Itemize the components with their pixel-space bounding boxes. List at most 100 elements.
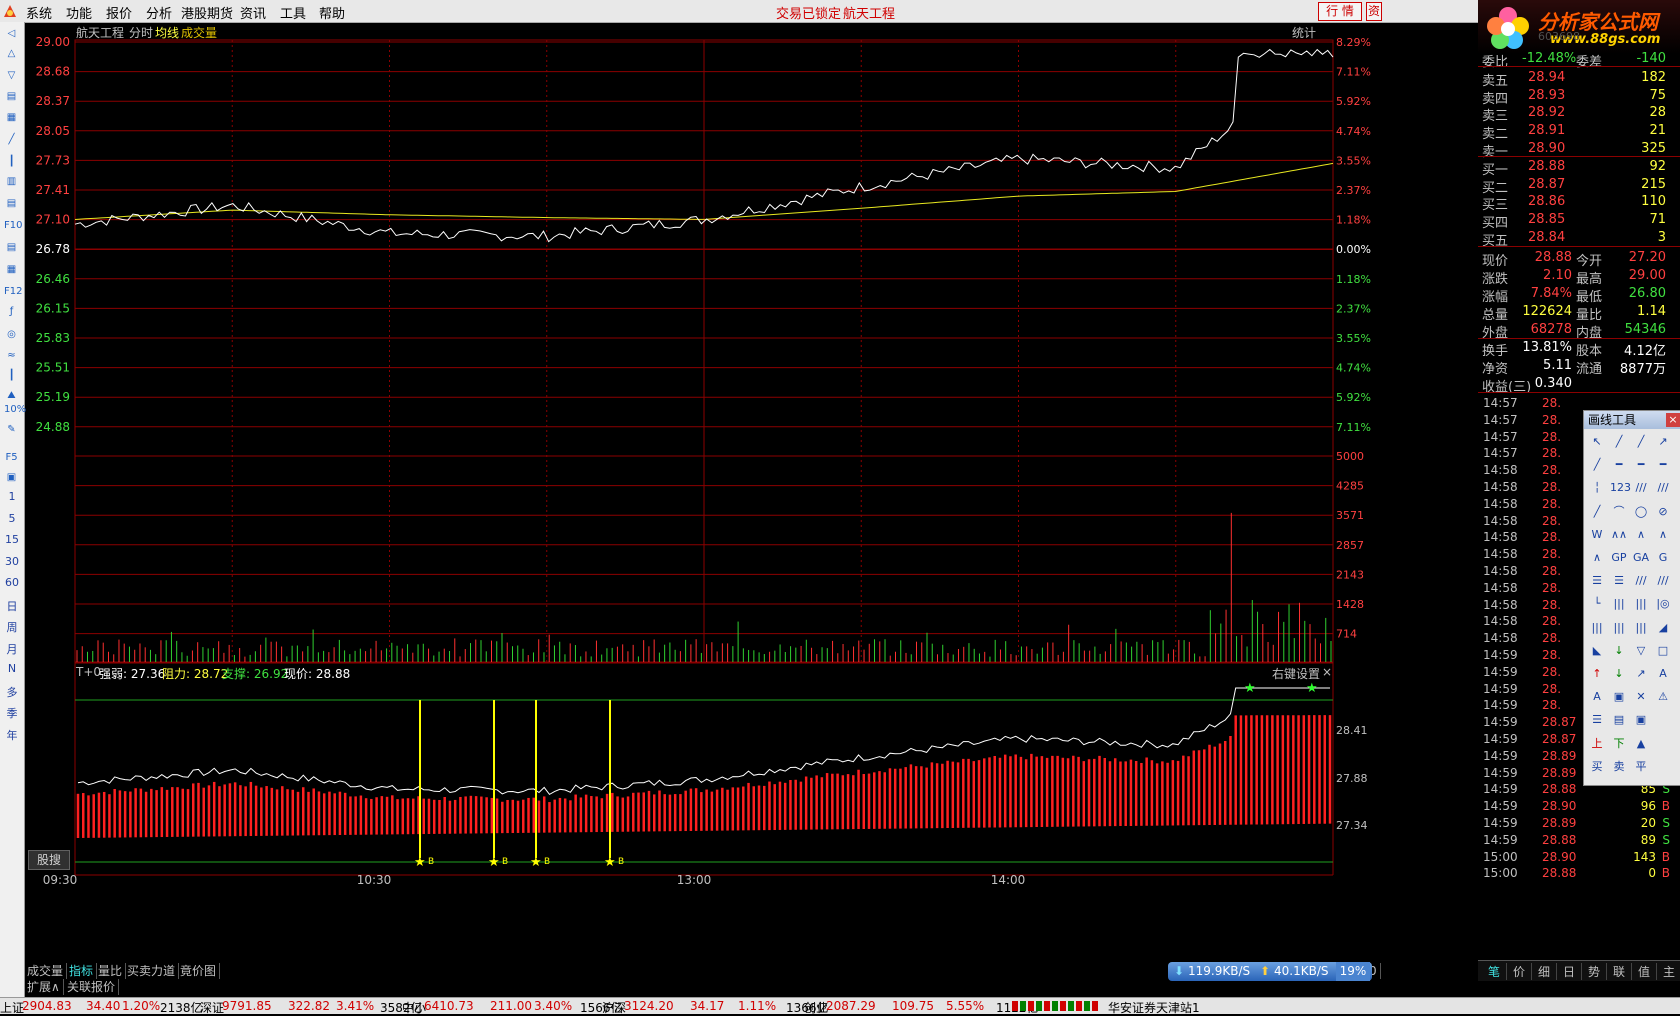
draw-tool-43[interactable]: A [1654,665,1672,683]
draw-tool-50[interactable]: ▣ [1632,711,1650,729]
draw-tool-33[interactable]: ||| [1610,619,1628,637]
draw-tool-9[interactable]: 123 [1610,479,1631,497]
quote-tab-6[interactable]: 值 [1632,963,1657,980]
doc-icon[interactable]: ▤ [4,196,19,211]
f10-icon[interactable]: F10 [4,218,22,233]
menu-function[interactable]: 功能 [66,3,92,22]
mode-vol[interactable]: 成交量 [181,24,217,41]
draw-tool-47[interactable]: ⚠ [1654,688,1672,706]
mountain-icon[interactable]: ⛰ [4,388,19,403]
draw-tool-54[interactable]: ▲ [1632,735,1650,753]
draw-tool-15[interactable]: ⊘ [1654,503,1672,521]
intraday-chart[interactable]: 29.00 8.29% 28.68 7.11% 28.37 5.92% 28.05 4.74%… [24,22,1478,960]
draw-tool-2[interactable]: ╱ [1632,433,1650,451]
line-icon[interactable]: ╱ [4,132,19,147]
app-logo-icon[interactable] [2,3,18,19]
period-3[interactable]: 30 [0,555,24,568]
menu-system[interactable]: 系统 [26,3,52,22]
draw-tool-17[interactable]: ∧∧ [1610,526,1628,544]
menu-analysis[interactable]: 分析 [146,3,172,22]
draw-tool-57[interactable]: 卖 [1610,758,1628,776]
period-0[interactable]: 1 [0,490,24,503]
quote-tab-0[interactable]: 笔 [1482,963,1507,980]
draw-tool-31[interactable]: |◎ [1654,595,1672,613]
candle-icon[interactable]: ┃ [4,368,19,383]
draw-tool-35[interactable]: ◢ [1654,619,1672,637]
pencil-icon[interactable]: ✎ [4,422,19,437]
quote-tab-1[interactable]: 价 [1507,963,1532,980]
draw-tool-14[interactable]: ◯ [1632,503,1650,521]
f12-icon[interactable]: F12 [4,284,22,299]
quote-tab-5[interactable]: 联 [1607,963,1632,980]
period-5[interactable]: 日 [0,598,24,614]
up-icon[interactable]: △ [4,46,19,61]
menu-tools[interactable]: 工具 [280,3,306,22]
index-name[interactable]: 上证 [0,999,24,1016]
percent-icon[interactable]: 10% [4,402,26,417]
draw-tool-16[interactable]: W [1588,526,1606,544]
period-11[interactable]: 年 [0,727,24,743]
period-6[interactable]: 周 [0,619,24,635]
period-10[interactable]: 季 [0,705,24,721]
draw-tool-53[interactable]: 下 [1610,735,1628,753]
tab-volume[interactable]: 成交量 [24,963,68,979]
menu-quote[interactable]: 报价 [106,3,132,22]
draw-tool-1[interactable]: ╱ [1610,433,1628,451]
tab-related-quote[interactable]: 关联报价 [64,979,120,995]
period-2[interactable]: 15 [0,533,24,546]
draw-tool-32[interactable]: ||| [1588,619,1606,637]
search-button[interactable]: 股搜 [28,850,70,870]
t0-settings[interactable]: 右键设置 [1272,665,1320,682]
draw-tool-55[interactable] [1654,735,1672,753]
draw-tool-37[interactable]: ↓ [1610,642,1628,660]
index-name[interactable]: 沪深 [602,999,626,1016]
draw-tool-11[interactable]: /// [1654,479,1672,497]
draw-tool-51[interactable] [1654,711,1672,729]
index-name[interactable]: 创业 [804,999,828,1016]
list-icon[interactable]: ▤ [4,89,19,104]
down-icon[interactable]: ▽ [4,68,19,83]
draw-tool-12[interactable]: ╱ [1588,503,1606,521]
draw-tool-56[interactable]: 买 [1588,758,1606,776]
draw-tool-40[interactable]: ↑ [1588,665,1606,683]
draw-tool-48[interactable]: ☰ [1588,711,1606,729]
draw-tool-21[interactable]: GP [1610,549,1628,567]
draw-tool-58[interactable]: 平 [1632,758,1650,776]
target-icon[interactable]: ◎ [4,327,19,342]
draw-tool-42[interactable]: ↗ [1632,665,1650,683]
draw-tool-45[interactable]: ▣ [1610,688,1628,706]
quote-button[interactable]: 行 情 [1318,2,1362,21]
period-9[interactable]: 多 [0,684,24,700]
draw-tool-34[interactable]: ||| [1632,619,1650,637]
quote-tab-2[interactable]: 细 [1532,963,1557,980]
draw-tool-30[interactable]: ||| [1632,595,1650,613]
close-icon[interactable]: × [1666,413,1680,427]
draw-tool-20[interactable]: ∧ [1588,549,1606,567]
period-4[interactable]: 60 [0,576,24,589]
report-icon[interactable]: ▤ [4,240,19,255]
draw-tool-29[interactable]: ||| [1610,595,1628,613]
tab-buy-sell-force[interactable]: 买卖力道 [124,963,180,979]
kline-icon[interactable]: ┃ [4,154,19,169]
tab-auction[interactable]: 竟价图 [177,963,221,979]
draw-tool-44[interactable]: A [1588,688,1606,706]
draw-tool-19[interactable]: ∧ [1654,526,1672,544]
tab-expand[interactable]: 扩展∧ [24,979,64,995]
draw-tool-18[interactable]: ∧ [1632,526,1650,544]
menu-news[interactable]: 资讯 [240,3,266,22]
period-7[interactable]: 月 [0,641,24,657]
mode-avg[interactable]: 均线 [155,24,179,41]
draw-tool-22[interactable]: GA [1632,549,1650,567]
draw-tool-10[interactable]: /// [1632,479,1650,497]
f5-icon[interactable]: F5 [4,450,19,465]
draw-tool-26[interactable]: /// [1632,572,1650,590]
draw-tool-49[interactable]: ▤ [1610,711,1628,729]
draw-tool-28[interactable]: └ [1588,595,1606,613]
draw-tool-23[interactable]: G [1654,549,1672,567]
menu-hk-futures[interactable]: 港股期货 [181,3,233,22]
draw-tool-41[interactable]: ↓ [1610,665,1628,683]
photo-icon[interactable]: ▣ [4,470,19,485]
draw-tool-52[interactable]: 上 [1588,735,1606,753]
info-button[interactable]: 资 [1366,2,1382,21]
drawing-tools-palette[interactable]: 画线工具 × ↖ ╱ ╱ ↗ ╱ ━ ━ ━ ╎ 123//////╱ ⌒ ◯ ⊘ W ∧∧ ∧ ∧ ∧ GP GA G… [1583,410,1680,786]
